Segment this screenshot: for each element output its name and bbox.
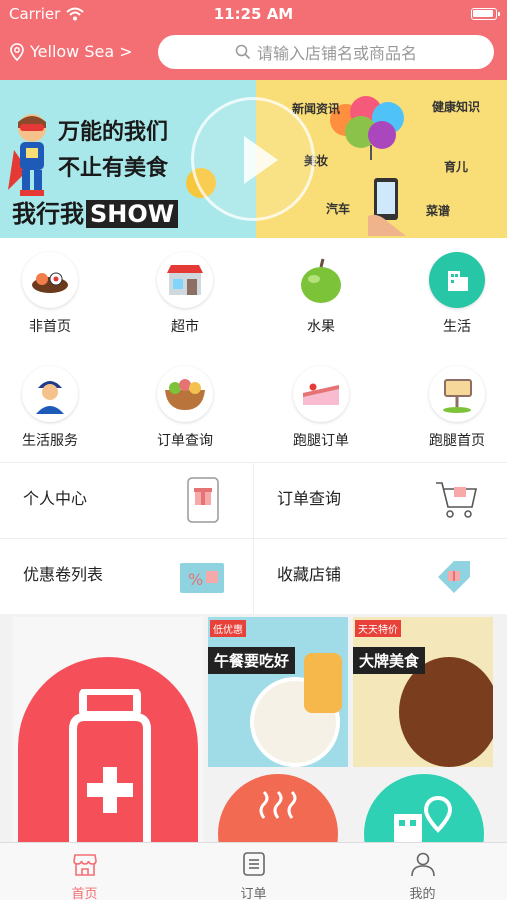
status-time: 11:25 AM [213,5,294,23]
category-item[interactable]: 水果 [266,252,376,336]
phone-gift-icon [187,477,219,523]
tab-profile[interactable]: 我的 [338,843,507,902]
steam-icon [259,790,297,819]
search-placeholder: 请输入店铺名或商品名 [256,44,417,63]
drink-glass-icon [304,653,342,713]
cake-icon [293,366,349,422]
category-label: 非首页 [29,319,71,335]
quick-card-label: 个人中心 [23,489,88,508]
map-pin-building-icon [394,796,452,846]
quick-links: 个人中心 订单查询 优惠卷列表 % 收藏店铺 [0,462,507,615]
category-label: 订单查询 [157,433,213,449]
promo-card-lunch[interactable]: 低优惠 午餐要吃好 [208,617,348,767]
quick-card-coupons[interactable]: 优惠卷列表 % [0,539,253,614]
quick-card-order-query[interactable]: 订单查询 [254,463,507,538]
banner-slogan-1: 万能的我们 [58,120,169,145]
promo-tag: 低优惠 [210,620,246,637]
coupon-icon: % [180,563,224,593]
status-bar: Carrier 11:25 AM [0,0,507,28]
category-item[interactable]: 非首页 [0,252,105,336]
home-store-icon [72,854,97,876]
banner-slogan-3b: SHOW [86,200,179,228]
quick-card-label: 订单查询 [277,489,342,508]
worker-icon [22,366,78,422]
category-item[interactable]: 跑腿订单 [266,366,376,450]
category-item[interactable]: 生活 [402,252,507,336]
store-icon [157,252,213,308]
banner-label-news: 新闻资讯 [292,102,341,116]
quick-card-favorites[interactable]: 收藏店铺 [254,539,507,614]
banner-label-recipe: 菜谱 [426,204,451,218]
superhero-icon [8,114,46,196]
user-icon [410,852,435,877]
tab-label: 首页 [71,887,98,902]
location-pin-icon [10,42,24,61]
tab-label: 订单 [240,887,267,902]
banner-label-parenting: 育儿 [444,160,469,174]
quick-card-label: 收藏店铺 [277,565,342,584]
svg-text:%: % [188,570,203,589]
promo-card-brand-food[interactable]: 天天特价 大牌美食 [353,617,493,767]
category-item[interactable]: 订单查询 [130,366,240,450]
phone-in-hand-icon [368,178,406,236]
quick-card-profile[interactable]: 个人中心 [0,463,253,538]
location-label: Yellow Sea > [30,42,133,61]
promo-title: 大牌美食 [353,647,426,674]
play-button[interactable] [191,97,315,221]
order-list-icon [242,852,265,876]
search-icon [235,44,251,60]
quick-card-label: 优惠卷列表 [23,565,104,584]
category-label: 生活 [443,319,471,335]
tab-orders[interactable]: 订单 [169,843,338,902]
category-item[interactable]: 生活服务 [0,366,105,450]
gift-tag-icon [438,561,470,593]
category-label: 生活服务 [22,433,78,449]
promo-section: 低优惠 午餐要吃好 天天特价 大牌美食 [0,614,507,894]
category-label: 跑腿首页 [429,433,485,449]
search-input[interactable]: 请输入店铺名或商品名 [158,35,494,69]
category-item[interactable]: 跑腿首页 [402,366,507,450]
banner-label-health: 健康知识 [432,100,481,114]
banner-label-car: 汽车 [326,202,351,216]
location-selector[interactable]: Yellow Sea > [10,42,133,61]
banner-slogan-3a: 我行我 [12,200,84,228]
building-icon [429,252,485,308]
promo-tag: 天天特价 [355,620,401,637]
tab-home[interactable]: 首页 [0,843,169,902]
category-label: 水果 [307,319,335,335]
promo-banner[interactable]: 万能的我们 不止有美食 我行我 SHOW 新闻资讯 健康知识 美妆 育儿 汽车 菜… [0,80,507,238]
promo-title: 午餐要吃好 [208,647,296,674]
promo-medicine-card[interactable] [13,617,203,842]
sushi-icon [22,252,78,308]
tab-label: 我的 [409,887,436,902]
banner-slogan-3: 我行我 SHOW [12,194,179,229]
signboard-icon [429,366,485,422]
apple-icon [293,252,349,308]
salad-bowl-icon [157,366,213,422]
header-bar: Carrier 11:25 AM Yellow Sea > 请输入店铺名或商品名 [0,0,507,80]
battery-icon [471,8,500,20]
category-item[interactable]: 超市 [130,252,240,336]
banner-slogan-2: 不止有美食 [58,156,169,181]
medicine-bottle-icon [69,689,151,842]
tab-bar: 首页 订单 我的 [0,842,507,902]
category-label: 跑腿订单 [293,433,349,449]
cart-gift-icon [436,482,477,518]
category-label: 超市 [171,319,199,335]
